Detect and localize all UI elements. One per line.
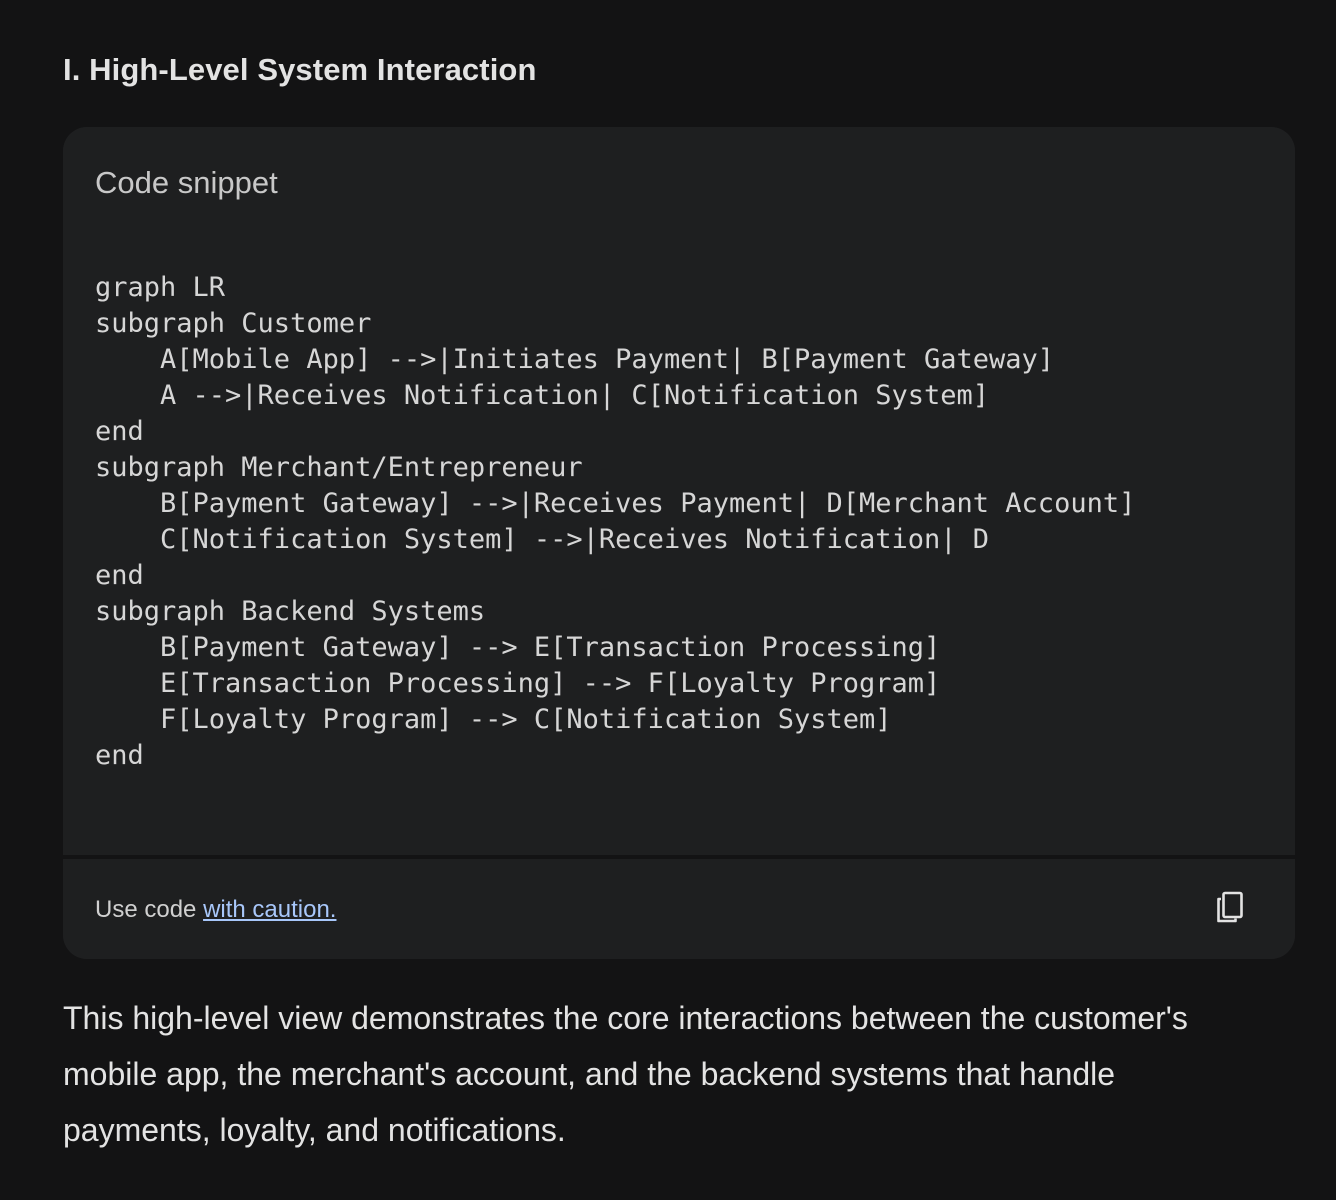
code-line: end: [95, 560, 144, 591]
caution-link[interactable]: with caution.: [203, 896, 336, 923]
caution-prefix: Use code: [95, 896, 204, 923]
code-line: graph LR: [95, 272, 226, 303]
code-footer: Use code with caution.: [63, 859, 1295, 959]
code-card: Code snippet graph LR subgraph Customer A…: [63, 127, 1295, 959]
code-snippet-title: Code snippet: [95, 165, 278, 200]
code-line: subgraph Customer: [95, 308, 372, 339]
copy-code-button[interactable]: [1207, 884, 1253, 930]
code-line: B[Payment Gateway] -->|Receives Payment|…: [95, 488, 1136, 519]
code-block[interactable]: graph LR subgraph Customer A[Mobile App] …: [95, 270, 1135, 774]
code-line: A -->|Receives Notification| C[Notificat…: [95, 380, 990, 411]
caution-note: Use code with caution.: [95, 895, 336, 925]
code-line: F[Loyalty Program] --> C[Notification Sy…: [95, 704, 892, 735]
code-line: B[Payment Gateway] --> E[Transaction Pro…: [95, 632, 941, 663]
code-line: end: [95, 740, 144, 771]
section-heading: I. High-Level System Interaction: [63, 52, 537, 87]
code-line: subgraph Backend Systems: [95, 596, 486, 627]
code-line: subgraph Merchant/Entrepreneur: [95, 452, 583, 483]
code-panel: Code snippet graph LR subgraph Customer A…: [63, 127, 1295, 855]
code-line: end: [95, 416, 144, 447]
explanation-paragraph: This high-level view demonstrates the co…: [63, 1000, 1188, 1148]
code-line: E[Transaction Processing] --> F[Loyalty …: [95, 668, 941, 699]
code-line: A[Mobile App] -->|Initiates Payment| B[P…: [95, 344, 1055, 375]
code-line: C[Notification System] -->|Receives Noti…: [95, 524, 990, 555]
copy-icon: [1217, 891, 1243, 923]
